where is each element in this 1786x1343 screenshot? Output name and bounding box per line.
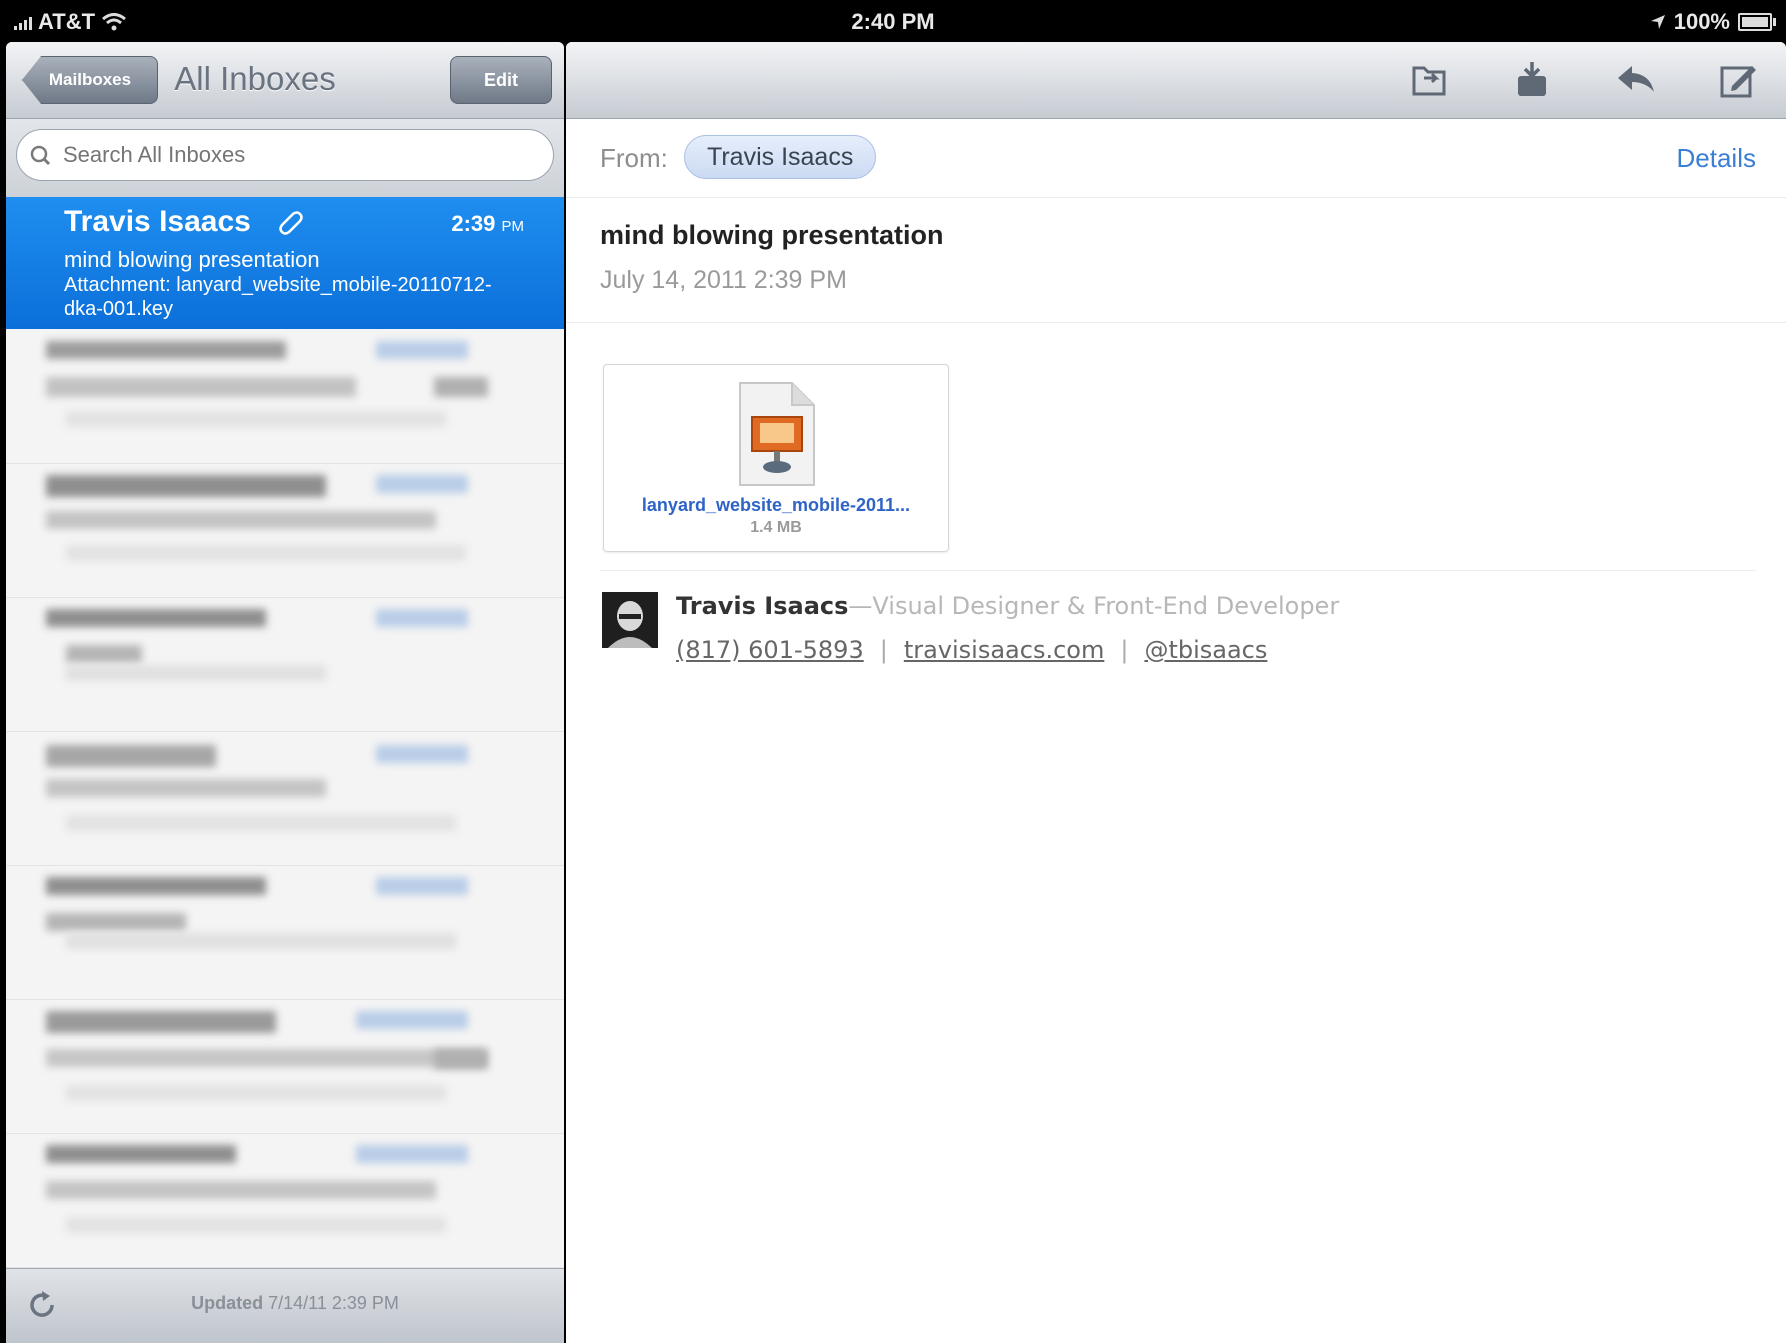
list-item[interactable] [6, 999, 564, 1134]
message-time-value: 2:39 [451, 211, 496, 236]
signature-twitter-link[interactable]: @tbisaacs [1144, 636, 1267, 664]
message-preview: Attachment: lanyard_website_mobile-20110… [64, 274, 492, 320]
message-time-suffix: PM [501, 218, 525, 235]
details-link[interactable]: Details [1677, 143, 1756, 174]
list-item[interactable] [6, 865, 564, 1000]
updated-label: Updated [191, 1293, 264, 1313]
signature-links: (817) 601-5893 | travisisaacs.com | @tbisaac… [676, 636, 1267, 664]
message-subject: mind blowing presentation [64, 247, 320, 272]
search-field[interactable] [16, 129, 554, 181]
signature-title: Visual Designer & Front-End Developer [872, 592, 1340, 620]
blurred-message-list [6, 329, 564, 1309]
signature-line: Travis Isaacs—Visual Designer & Front-En… [676, 592, 1339, 620]
attachment-size: 1.4 MB [750, 519, 802, 536]
list-item[interactable] [6, 463, 564, 598]
signature-website-link[interactable]: travisisaacs.com [904, 636, 1105, 664]
signature-name: Travis Isaacs [676, 592, 849, 620]
header-divider [566, 322, 1786, 323]
message-time: 2:39 PM [451, 211, 524, 237]
message-list-pane: Mailboxes All Inboxes Edit Travis Isaacs… [6, 42, 564, 1343]
body-divider [600, 570, 1756, 571]
search-input[interactable] [61, 141, 465, 169]
from-label: From: [600, 143, 668, 173]
attachment-card[interactable]: lanyard_website_mobile-2011... 1.4 MB [603, 364, 949, 552]
folder-move-icon[interactable] [1410, 60, 1450, 98]
battery-percent: 100% [1673, 9, 1730, 34]
message-date: July 14, 2011 2:39 PM [600, 266, 847, 294]
list-bottom-toolbar: Updated 7/14/11 2:39 PM [6, 1268, 564, 1343]
from-header: From: Travis Isaacs Details [566, 119, 1786, 198]
signature-phone-link[interactable]: (817) 601-5893 [676, 636, 864, 664]
signature-separator: | [879, 636, 888, 664]
edit-button[interactable]: Edit [450, 56, 552, 104]
list-item[interactable] [6, 329, 564, 464]
battery-icon [1738, 13, 1776, 31]
list-navbar: Mailboxes All Inboxes Edit [6, 42, 564, 119]
message-subject-heading: mind blowing presentation [600, 220, 944, 250]
paperclip-icon [279, 211, 303, 235]
search-bar [6, 119, 564, 198]
attachment-name: lanyard_website_mobile-2011... [641, 495, 911, 515]
message-sender: Travis Isaacs [64, 205, 251, 238]
location-arrow-icon [1650, 15, 1665, 29]
keynote-file-icon [739, 382, 815, 486]
list-item[interactable] [6, 597, 564, 732]
compose-icon[interactable] [1718, 60, 1758, 100]
status-time: 2:40 PM [851, 9, 935, 34]
message-toolbar [566, 42, 1786, 119]
message-list-item-selected[interactable]: Travis Isaacs 2:39 PM mind blowing prese… [6, 197, 564, 329]
status-right: 100% [1650, 9, 1776, 35]
message-detail-pane: From: Travis Isaacs Details mind blowing… [566, 42, 1786, 1343]
list-item[interactable] [6, 731, 564, 866]
updated-value: 7/14/11 2:39 PM [268, 1293, 399, 1313]
updated-status: Updated 7/14/11 2:39 PM [6, 1293, 564, 1314]
list-item[interactable] [6, 1133, 564, 1268]
sender-chip[interactable]: Travis Isaacs [684, 135, 877, 179]
avatar [602, 592, 658, 648]
search-icon [30, 145, 51, 166]
status-bar: AT&T 2:40 PM 100% [0, 0, 1786, 42]
reply-icon[interactable] [1614, 60, 1658, 98]
trash-icon[interactable] [1512, 60, 1552, 100]
signature-dash: — [848, 592, 873, 620]
signature-separator: | [1120, 636, 1129, 664]
